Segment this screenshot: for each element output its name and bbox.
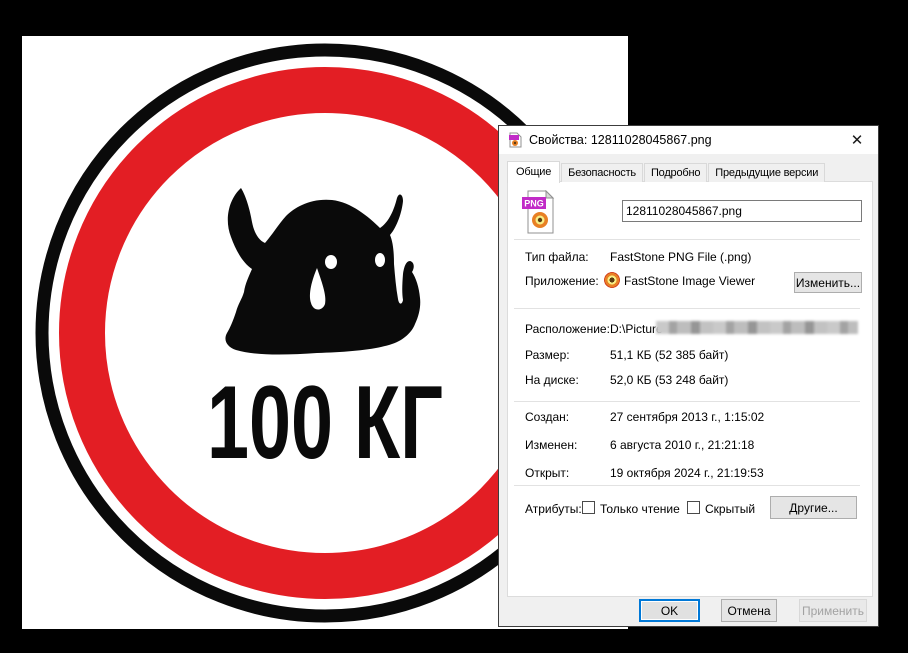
bull-head-icon xyxy=(225,188,421,355)
properties-dialog: Свойства: 12811028045867.png ✕ Общие Без… xyxy=(498,125,879,627)
modified-value: 6 августа 2010 г., 21:21:18 xyxy=(610,438,755,452)
bull-left-eye xyxy=(325,255,337,269)
created-value: 27 сентября 2013 г., 1:15:02 xyxy=(610,410,765,424)
modified-label: Изменен: xyxy=(525,438,578,452)
size-label: Размер: xyxy=(525,348,570,362)
faststone-app-icon xyxy=(604,272,620,288)
apply-button[interactable]: Применить xyxy=(799,599,867,622)
file-type-label: Тип файла: xyxy=(525,250,589,264)
tab-strip: Общие Безопасность Подробно Предыдущие в… xyxy=(507,160,826,183)
hidden-checkbox[interactable] xyxy=(687,501,700,514)
app-value: FastStone Image Viewer xyxy=(624,274,756,288)
separator xyxy=(514,308,860,309)
cancel-button[interactable]: Отмена xyxy=(721,599,777,622)
read-only-label: Только чтение xyxy=(600,502,680,516)
size-on-disk-label: На диске: xyxy=(525,373,579,387)
close-icon: ✕ xyxy=(850,132,864,149)
tab-security[interactable]: Безопасность xyxy=(561,163,643,182)
sign-caption: 100 КГ xyxy=(207,365,443,481)
hidden-label: Скрытый xyxy=(705,502,756,516)
location-label: Расположение: xyxy=(525,322,610,336)
change-app-button[interactable]: Изменить... xyxy=(794,272,862,293)
created-label: Создан: xyxy=(525,410,570,424)
tab-page-general: PNG Тип файла: FastStone PNG File (.png)… xyxy=(507,181,873,597)
png-file-icon-large: PNG xyxy=(522,190,555,234)
screen: 100 КГ Свойства: 12811028045867.png ✕ Об… xyxy=(0,0,908,653)
separator xyxy=(514,401,860,402)
opened-label: Открыт: xyxy=(525,466,570,480)
dialog-title: Свойства: 12811028045867.png xyxy=(529,133,712,147)
png-badge: PNG xyxy=(524,199,544,209)
opened-value: 19 октября 2024 г., 21:19:53 xyxy=(610,466,764,480)
size-value: 51,1 КБ (52 385 байт) xyxy=(610,348,729,362)
separator xyxy=(514,485,860,486)
attributes-label: Атрибуты: xyxy=(525,502,582,516)
ok-button[interactable]: OK xyxy=(639,599,700,622)
dialog-titlebar: Свойства: 12811028045867.png ✕ xyxy=(499,126,878,154)
separator xyxy=(514,239,860,240)
tab-details[interactable]: Подробно xyxy=(643,163,708,182)
tab-general[interactable]: Общие xyxy=(507,161,561,183)
file-type-value: FastStone PNG File (.png) xyxy=(610,250,752,264)
location-value: D:\Picture xyxy=(610,322,663,336)
close-button[interactable]: ✕ xyxy=(840,126,874,154)
size-on-disk-value: 52,0 КБ (53 248 байт) xyxy=(610,373,729,387)
file-name-input[interactable] xyxy=(622,200,862,222)
read-only-checkbox[interactable] xyxy=(582,501,595,514)
location-redacted-blur xyxy=(656,321,858,334)
app-label: Приложение: xyxy=(525,274,599,288)
other-attributes-button[interactable]: Другие... xyxy=(770,496,857,519)
png-file-icon xyxy=(509,132,522,148)
tab-previous-versions[interactable]: Предыдущие версии xyxy=(708,163,826,182)
bull-right-eye xyxy=(375,253,385,267)
